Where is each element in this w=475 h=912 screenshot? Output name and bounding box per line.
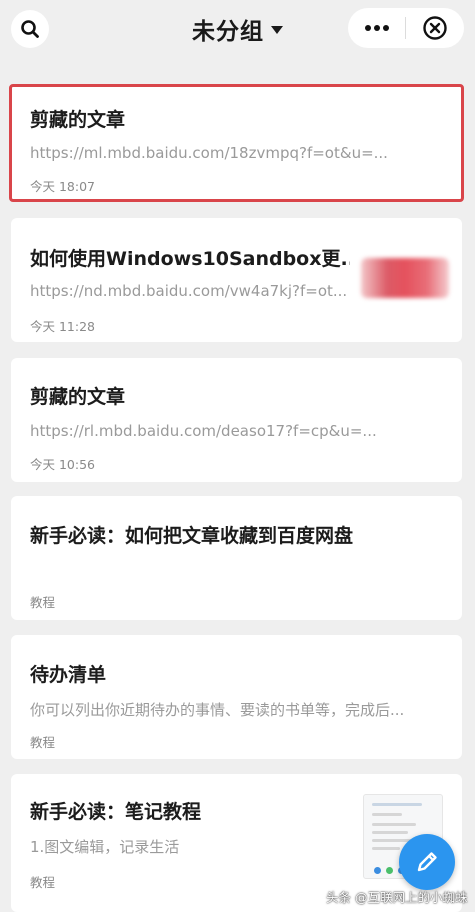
item-title: 新手必读：笔记教程	[30, 801, 202, 823]
watermark: 头条 @互联网上的小蜘蛛	[326, 890, 468, 905]
item-description: 1.图文编辑，记录生活	[30, 838, 180, 856]
item-time: 今天 18:07	[30, 179, 95, 194]
pencil-icon	[417, 852, 437, 872]
more-button[interactable]	[348, 8, 405, 48]
item-title: 剪藏的文章	[30, 386, 126, 408]
item-url: https://nd.mbd.baidu.com/vw4a7kj?f=ot...	[30, 282, 348, 300]
close-button[interactable]	[406, 8, 463, 48]
item-time: 教程	[30, 875, 56, 890]
item-description: 你可以列出你近期待办的事情、要读的书单等，完成后...	[30, 701, 405, 719]
item-title: 如何使用Windows10Sandbox更...	[30, 248, 350, 270]
item-time: 今天 10:56	[30, 457, 95, 472]
item-url: https://rl.mbd.baidu.com/deaso17?f=cp&u=…	[30, 422, 377, 440]
list-item[interactable]: 剪藏的文章 https://rl.mbd.baidu.com/deaso17?f…	[11, 358, 462, 482]
list-item[interactable]: 新手必读：如何把文章收藏到百度网盘 教程	[11, 496, 462, 620]
list-item[interactable]: 待办清单 你可以列出你近期待办的事情、要读的书单等，完成后... 教程	[11, 635, 462, 759]
item-thumbnail	[361, 258, 449, 298]
more-dots-icon	[364, 25, 389, 31]
page-title[interactable]: 未分组	[192, 12, 264, 46]
close-circle-icon	[422, 16, 447, 40]
new-note-button[interactable]	[399, 834, 455, 890]
item-url: https://ml.mbd.baidu.com/18zvmpq?f=ot&u=…	[30, 144, 388, 162]
list-item[interactable]: 如何使用Windows10Sandbox更... https://nd.mbd.…	[11, 218, 462, 342]
top-bar: 未分组	[0, 0, 475, 58]
item-time: 教程	[30, 735, 56, 750]
item-time: 今天 11:28	[30, 319, 95, 334]
item-title: 剪藏的文章	[30, 109, 126, 131]
item-title: 待办清单	[30, 664, 107, 686]
list-item[interactable]: 剪藏的文章 https://ml.mbd.baidu.com/18zvmpq?f…	[9, 84, 464, 202]
caret-down-icon[interactable]	[271, 26, 283, 34]
item-time: 教程	[30, 595, 56, 610]
mini-program-capsule	[348, 8, 464, 48]
item-title: 新手必读：如何把文章收藏到百度网盘	[30, 525, 354, 547]
